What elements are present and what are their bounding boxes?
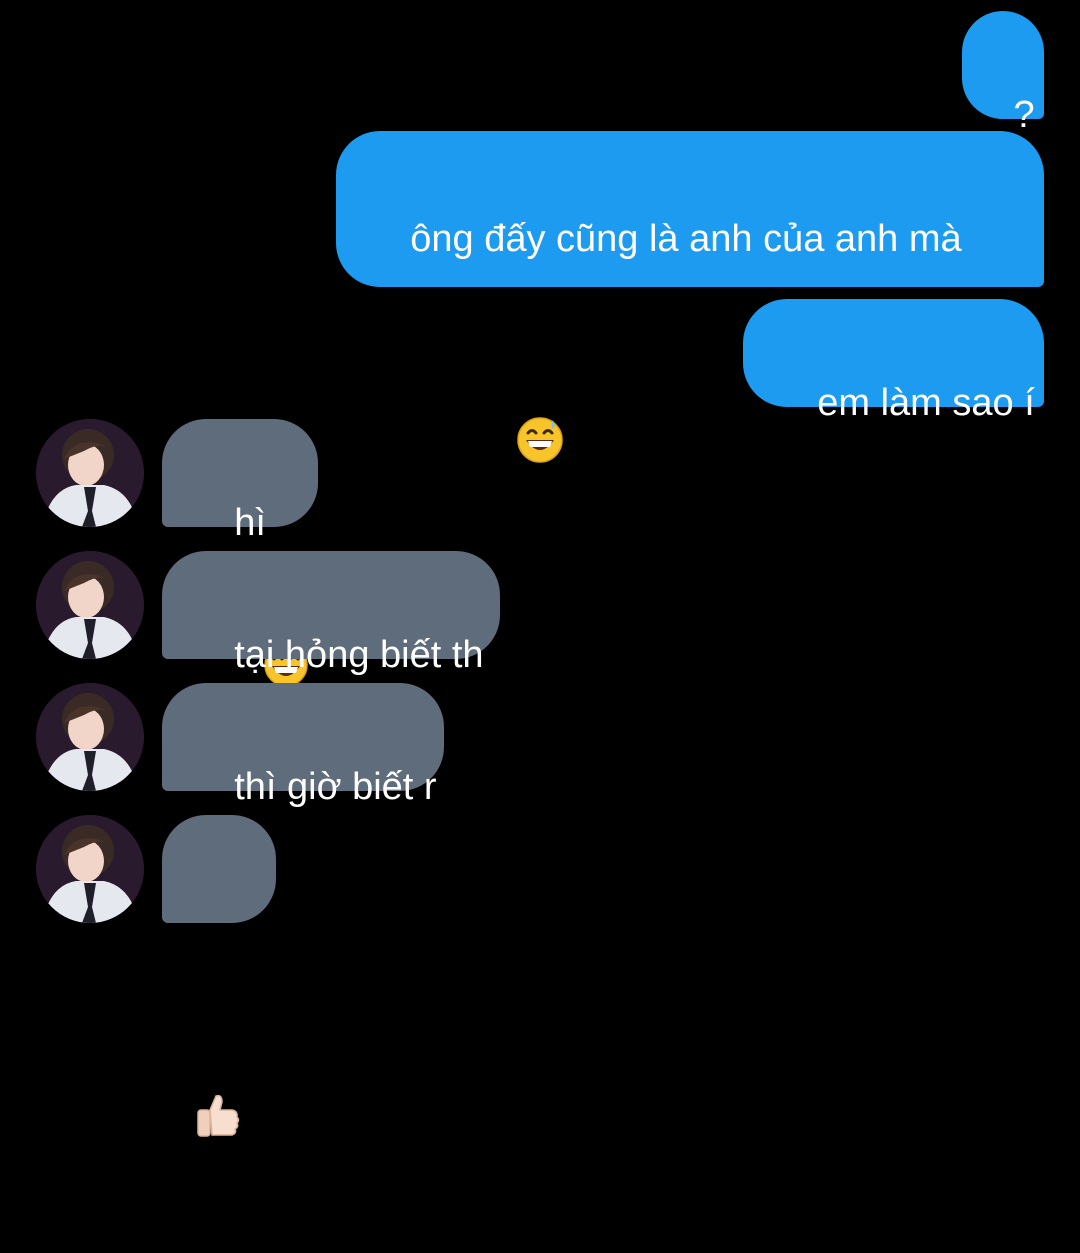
avatar[interactable] — [36, 551, 144, 659]
thumbs-up-icon — [192, 990, 276, 1203]
received-message[interactable] — [162, 815, 276, 1137]
grinning-face-with-sweat-emoji — [431, 366, 563, 527]
message-text: hì — [234, 502, 266, 544]
sent-message[interactable]: em làm sao í — [743, 299, 1044, 424]
received-message[interactable]: hì — [162, 419, 318, 687]
message-text: thì giờ biết r — [234, 766, 437, 808]
avatar[interactable] — [36, 815, 144, 923]
message-text: ông đấy cũng là anh của anh mà — [410, 218, 962, 260]
sent-message[interactable]: ? — [962, 11, 1044, 136]
received-message[interactable]: thì giờ biết r — [162, 683, 444, 808]
avatar[interactable] — [36, 419, 144, 527]
avatar[interactable] — [36, 683, 144, 791]
message-text: ? — [1013, 94, 1035, 136]
message-text: tại hỏng biết th — [234, 634, 484, 676]
sent-message[interactable]: ông đấy cũng là anh của anh mà — [336, 131, 1044, 463]
conversation-thread: ? ông đấy cũng là anh của anh mà em làm … — [0, 0, 1080, 1137]
received-message[interactable]: tại hỏng biết th — [162, 551, 500, 676]
message-text: em làm sao í — [817, 382, 1035, 424]
